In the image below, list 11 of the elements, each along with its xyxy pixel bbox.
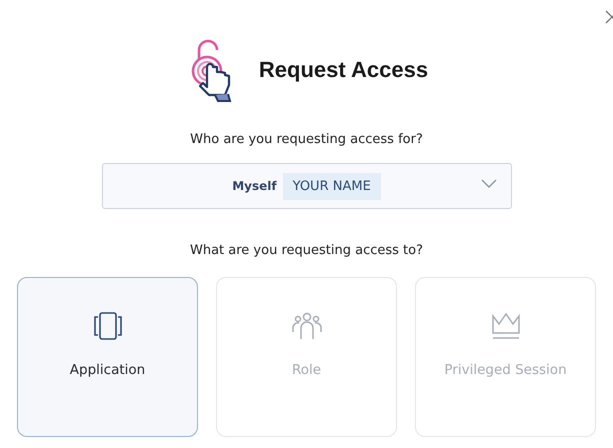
people-icon	[290, 312, 322, 340]
access-type-card[interactable]: Application	[17, 277, 198, 437]
dialog-title: Request Access	[258, 57, 428, 83]
crown-icon	[490, 312, 522, 340]
target-question: What are you requesting access to?	[190, 243, 423, 258]
requester-prefix: Myself	[232, 179, 277, 193]
requester-select[interactable]: Myself YOUR NAME	[102, 163, 512, 209]
requester-question: Who are you requesting access for?	[190, 132, 423, 147]
requester-value: YOUR NAME	[282, 172, 381, 200]
chevron-down-icon	[480, 179, 496, 189]
device-icon	[92, 312, 124, 340]
